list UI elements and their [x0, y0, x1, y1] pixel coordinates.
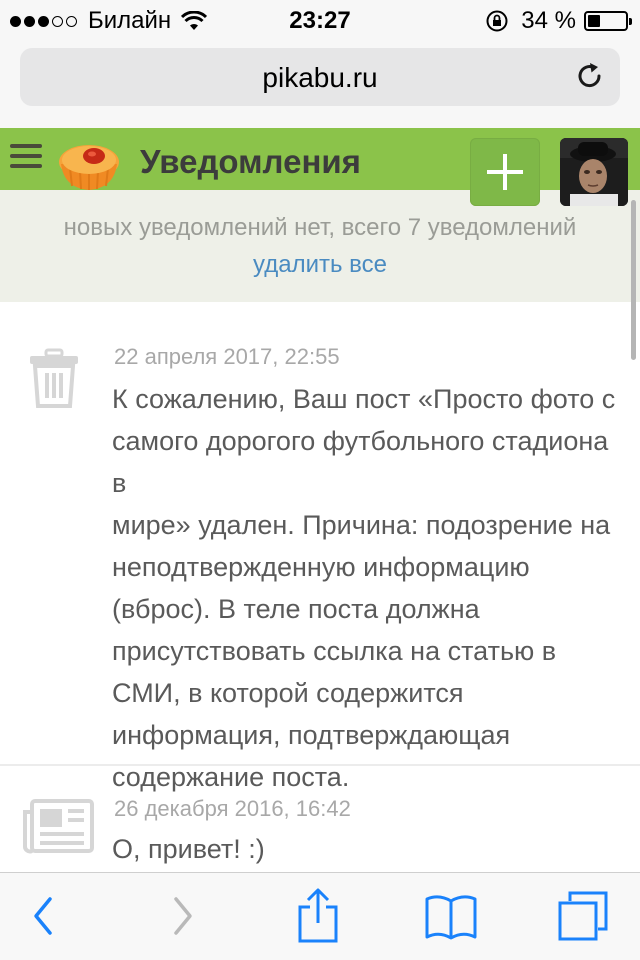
notification-text-line: информация, подтверждающая — [112, 720, 511, 750]
notification-text: К сожалению, Ваш пост «Просто фото с сам… — [112, 378, 622, 798]
notification-text-line: мире» удален. Причина: подозрение на — [112, 510, 611, 540]
notification-text-line: О, привет! :) — [112, 834, 265, 864]
bookmarks-icon[interactable] — [424, 893, 478, 941]
back-arrow-icon[interactable] — [30, 891, 58, 941]
address-bar[interactable]: pikabu.ru — [20, 48, 620, 106]
notifications-count-text: новых уведомлений нет, всего 7 уведомлен… — [63, 214, 577, 241]
url-text[interactable]: pikabu.ru — [20, 62, 620, 94]
menu-icon[interactable] — [10, 144, 42, 174]
status-right: 34 % — [485, 7, 632, 35]
app-header: Уведомления — [0, 128, 640, 206]
browser-toolbar — [0, 872, 640, 960]
notification-text: О, привет! :) — [112, 828, 622, 870]
notification-text-line: (вброс). В теле поста должна — [112, 594, 480, 624]
trash-icon[interactable] — [22, 346, 86, 410]
scrollbar[interactable] — [631, 200, 636, 360]
user-avatar[interactable] — [560, 138, 628, 206]
share-icon[interactable] — [296, 887, 340, 943]
reload-icon[interactable] — [574, 60, 606, 92]
rotation-lock-icon — [486, 10, 508, 32]
browser-chrome: pikabu.ru — [0, 40, 640, 128]
plus-icon — [487, 154, 523, 190]
notification-text-line: самого дорогого футбольного стадиона в — [112, 426, 609, 498]
delete-all-link[interactable]: удалить все — [0, 251, 640, 279]
page-title: Уведомления — [140, 143, 361, 180]
pikabu-logo[interactable] — [56, 140, 122, 192]
battery-icon — [584, 11, 632, 31]
status-bar: Билайн 23:27 34 % — [0, 0, 640, 40]
notification-item: 26 декабря 2016, 16:42 О, привет! :) — [0, 766, 640, 876]
notification-text-line: неподтвержденную информацию — [112, 552, 530, 582]
notification-date: 26 декабря 2016, 16:42 — [114, 796, 351, 821]
newspaper-icon — [23, 799, 94, 854]
add-post-button[interactable] — [470, 138, 540, 206]
tabs-icon[interactable] — [556, 889, 610, 943]
notifications-summary: новых уведомлений нет, всего 7 уведомлен… — [0, 190, 640, 302]
avatar-image — [560, 138, 628, 206]
forward-arrow-icon[interactable] — [168, 891, 196, 941]
battery-percent: 34 % — [521, 7, 576, 34]
battery-fill — [588, 15, 600, 27]
notification-item: 22 апреля 2017, 22:55 К сожалению, Ваш п… — [0, 302, 640, 792]
notification-text-line: СМИ, в которой содержится — [112, 678, 464, 708]
notification-text-line: К сожалению, Ваш пост «Просто фото с — [112, 384, 616, 414]
notification-date: 22 апреля 2017, 22:55 — [114, 344, 340, 369]
notification-text-line: присутствовать ссылка на статью в — [112, 636, 557, 666]
